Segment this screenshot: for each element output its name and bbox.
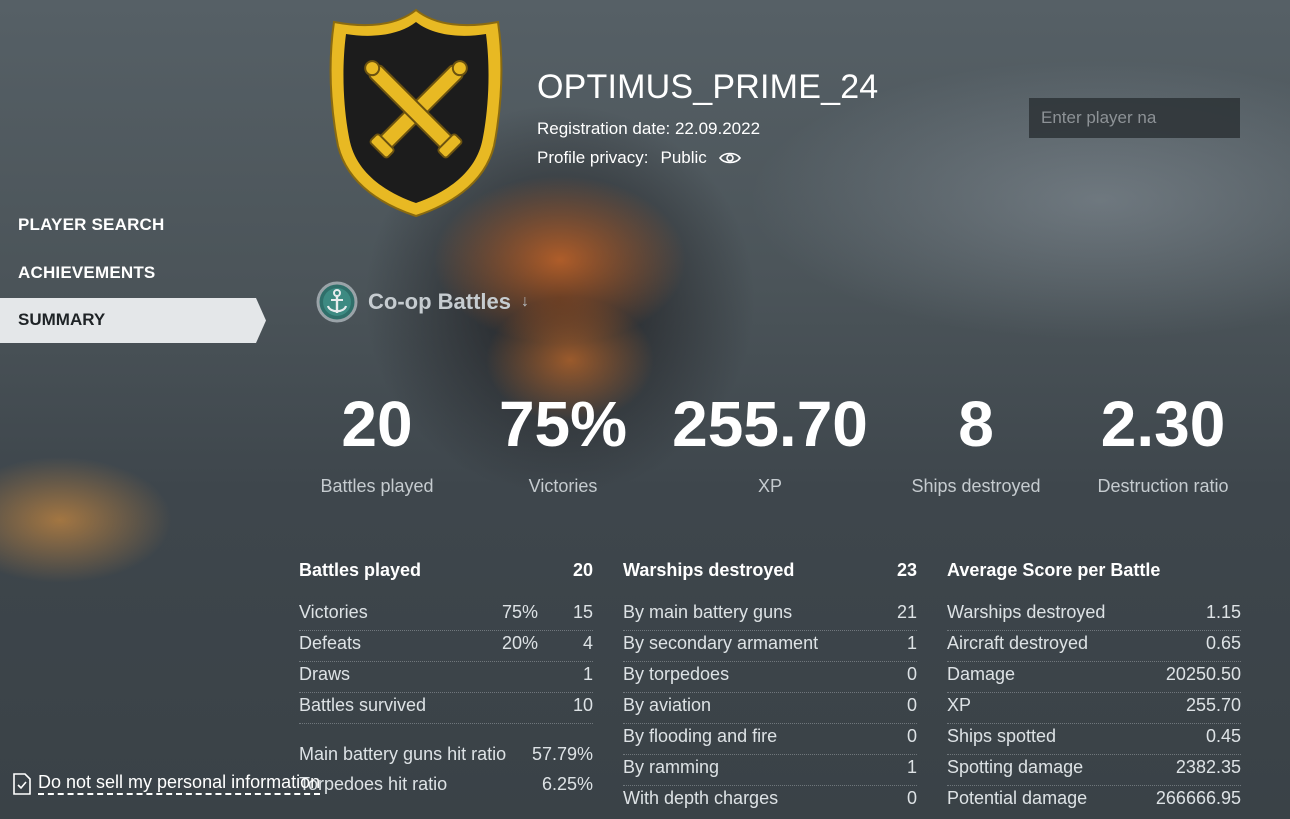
- stat-label: Battles played: [320, 476, 434, 496]
- do-not-sell-label: Do not sell my personal information: [38, 772, 321, 795]
- table-row: Potential damage 266666.95: [947, 788, 1241, 808]
- clan-emblem: [329, 8, 503, 218]
- battle-mode-selector[interactable]: Co-op Battles ↓: [316, 281, 529, 323]
- table-row: Defeats 20% 4: [299, 631, 593, 662]
- battles-table: Battles played 20 Victories 75% 15 Defea…: [299, 560, 593, 802]
- stat-label: Ships destroyed: [911, 476, 1041, 496]
- stat-value: 2.30: [1100, 388, 1226, 460]
- table-row: Spotting damage 2382.35: [947, 755, 1241, 786]
- nav-achievements[interactable]: ACHIEVEMENTS: [18, 263, 155, 283]
- stat-battles-played: 20 Battles played: [297, 388, 457, 497]
- stat-value: 255.70: [672, 388, 868, 460]
- table-row: By aviation 0: [623, 693, 917, 724]
- table-row: Main battery guns hit ratio 57.79%: [299, 744, 593, 764]
- table-row: By ramming 1: [623, 755, 917, 786]
- stat-label: Victories: [528, 476, 598, 496]
- privacy-label: Profile privacy:: [537, 148, 649, 167]
- table-header: Warships destroyed 23: [623, 560, 917, 580]
- table-row: Ships spotted 0.45: [947, 724, 1241, 755]
- stat-label: Destruction ratio: [1097, 476, 1229, 496]
- stat-value: 75%: [498, 388, 628, 460]
- table-row: Draws 1: [299, 662, 593, 693]
- table-row: Torpedoes hit ratio 6.25%: [299, 774, 593, 794]
- table-row: By main battery guns 21: [623, 600, 917, 631]
- stat-ships-destroyed: 8 Ships destroyed: [896, 388, 1056, 497]
- table-row: Aircraft destroyed 0.65: [947, 631, 1241, 662]
- registration-date: Registration date: 22.09.2022: [537, 119, 761, 138]
- stat-victories: 75% Victories: [478, 388, 648, 497]
- player-search-input[interactable]: [1029, 98, 1240, 138]
- privacy-value: Public: [660, 148, 707, 167]
- chevron-down-icon: ↓: [521, 293, 529, 310]
- anchor-icon: [316, 281, 358, 323]
- stat-xp: 255.70 XP: [660, 388, 880, 497]
- nav-summary-label: SUMMARY: [18, 310, 106, 329]
- table-header: Average Score per Battle: [947, 560, 1161, 580]
- table-row: Battles survived 10: [299, 693, 593, 724]
- table-row: By flooding and fire 0: [623, 724, 917, 755]
- table-row: By torpedoes 0: [623, 662, 917, 693]
- table-header: Battles played 20: [299, 560, 593, 580]
- stat-value: 8: [958, 388, 994, 460]
- battle-mode-title: Co-op Battles: [368, 289, 511, 314]
- player-name: OPTIMUS_PRIME_24: [537, 68, 879, 106]
- profile-privacy: Profile privacy: Public: [537, 148, 741, 168]
- average-score-table: Average Score per Battle Warships destro…: [947, 560, 1241, 816]
- table-row: With depth charges 0: [623, 788, 917, 808]
- do-not-sell-link[interactable]: Do not sell my personal information: [12, 772, 321, 795]
- warships-table: Warships destroyed 23 By main battery gu…: [623, 560, 917, 816]
- nav-summary[interactable]: SUMMARY: [0, 298, 266, 343]
- stat-destruction-ratio: 2.30 Destruction ratio: [1083, 388, 1243, 497]
- table-row: Damage 20250.50: [947, 662, 1241, 693]
- nav-player-search[interactable]: PLAYER SEARCH: [18, 215, 165, 235]
- table-row: By secondary armament 1: [623, 631, 917, 662]
- stat-value: 20: [341, 388, 413, 460]
- table-row: XP 255.70: [947, 693, 1241, 724]
- table-row: Warships destroyed 1.15: [947, 600, 1241, 631]
- document-check-icon: [13, 772, 31, 795]
- table-row: Victories 75% 15: [299, 600, 593, 631]
- eye-icon[interactable]: [718, 151, 741, 165]
- stat-label: XP: [757, 476, 782, 496]
